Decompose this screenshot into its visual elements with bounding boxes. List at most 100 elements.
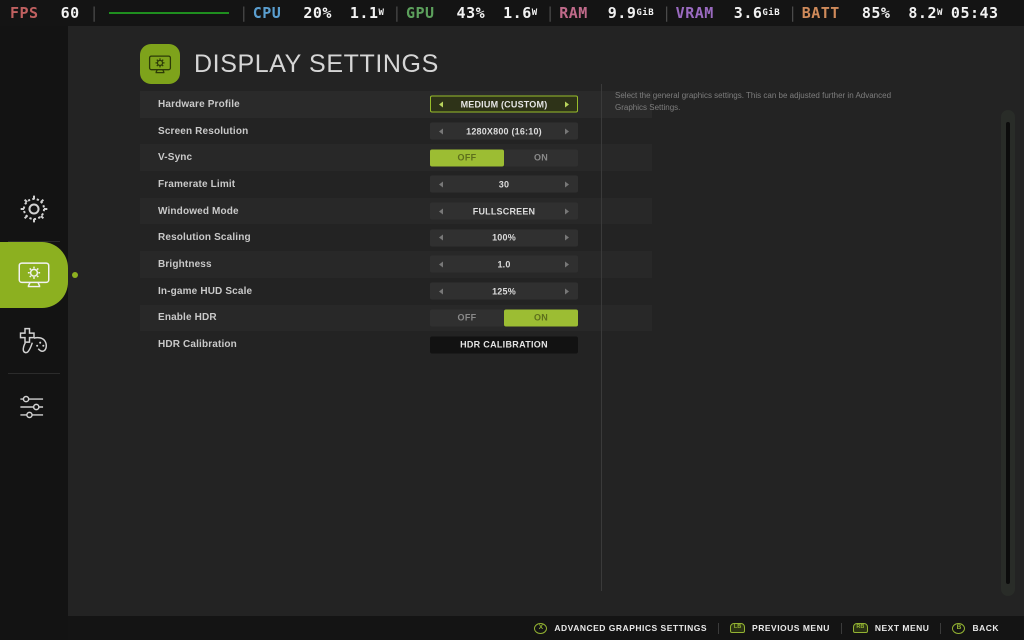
perf-ram-unit: GiB — [636, 8, 655, 18]
chevron-right-icon[interactable] — [565, 288, 569, 295]
chevron-right-icon[interactable] — [565, 101, 569, 108]
panel-divider — [601, 84, 602, 591]
settings-row-label: In-game HUD Scale — [158, 285, 253, 297]
settings-row-control[interactable]: 1280X800 (16:10) — [430, 122, 578, 140]
spinner-control[interactable]: 1.0 — [430, 255, 578, 273]
settings-row-control[interactable]: 1.0 — [430, 255, 578, 273]
chevron-left-icon[interactable] — [439, 208, 443, 215]
settings-row-control[interactable]: FULLSCREEN — [430, 202, 578, 220]
settings-row[interactable]: In-game HUD Scale 125% — [140, 277, 652, 305]
button-rb-icon: RB — [852, 623, 868, 633]
settings-row-label: Framerate Limit — [158, 178, 236, 190]
settings-row[interactable]: Hardware Profile MEDIUM (CUSTOM) — [140, 91, 652, 118]
spinner-control[interactable]: 125% — [430, 282, 578, 300]
settings-row[interactable]: V-Sync OFF ON — [140, 144, 652, 172]
perf-separator: | — [392, 4, 402, 22]
button-prompt[interactable]: RB NEXT MENU — [842, 623, 941, 633]
settings-row-control[interactable]: HDR CALIBRATION — [430, 336, 578, 354]
chevron-right-icon[interactable] — [565, 128, 569, 135]
spinner-control[interactable]: 30 — [430, 175, 578, 193]
settings-row[interactable]: Screen Resolution 1280X800 (16:10) — [140, 117, 652, 145]
toggle-option[interactable]: ON — [504, 149, 578, 167]
chevron-left-icon[interactable] — [439, 101, 443, 108]
settings-row-control[interactable]: MEDIUM (CUSTOM) — [430, 95, 578, 113]
settings-list: Hardware Profile MEDIUM (CUSTOM) Screen Re… — [140, 91, 652, 358]
display-settings-icon — [140, 44, 180, 84]
perf-ram-value: 9.9 — [607, 4, 637, 22]
sidebar-item-audio[interactable] — [0, 374, 68, 440]
perf-vram-label: VRAM — [675, 4, 714, 22]
perf-fps-group: FPS 60 — [0, 4, 80, 22]
button-prompt-bar: X ADVANCED GRAPHICS SETTINGS LB PREVIOUS ME… — [0, 616, 1024, 640]
chevron-left-icon[interactable] — [439, 261, 443, 268]
sidebar-item-general[interactable] — [0, 176, 68, 242]
page-header: DISPLAY SETTINGS — [140, 44, 439, 84]
perf-battery-label: BATT — [801, 4, 840, 22]
chevron-right-icon[interactable] — [565, 234, 569, 241]
perf-vram-group: VRAM 3.6 GiB — [676, 4, 780, 22]
settings-row-control[interactable]: OFF ON — [430, 309, 578, 327]
perf-fps-value: 60 — [60, 4, 80, 22]
button-prompt[interactable]: B BACK — [941, 622, 1010, 634]
perf-cpu-label: CPU — [252, 4, 282, 22]
toggle-control[interactable]: OFF ON — [430, 309, 578, 327]
chevron-left-icon[interactable] — [439, 234, 443, 241]
settings-row-label: Enable HDR — [158, 312, 217, 324]
sidebar-nav — [0, 26, 78, 640]
settings-row[interactable]: HDR Calibration HDR CALIBRATION — [140, 331, 652, 358]
perf-fps-label: FPS — [10, 4, 39, 22]
chevron-left-icon[interactable] — [439, 288, 443, 295]
chevron-left-icon[interactable] — [439, 128, 443, 135]
sidebar-item-display[interactable] — [0, 242, 78, 308]
active-tab-indicator — [72, 272, 78, 278]
spinner-control[interactable]: MEDIUM (CUSTOM) — [430, 95, 578, 113]
chevron-right-icon[interactable] — [565, 208, 569, 215]
chevron-left-icon[interactable] — [439, 181, 443, 188]
vertical-scrollbar[interactable] — [1001, 110, 1015, 596]
sliders-icon — [17, 392, 51, 422]
perf-ram-group: RAM 9.9 GiB — [559, 4, 654, 22]
toggle-option[interactable]: ON — [504, 309, 578, 327]
toggle-control[interactable]: OFF ON — [430, 149, 578, 167]
spinner-value: 100% — [492, 232, 516, 243]
spinner-value: MEDIUM (CUSTOM) — [460, 99, 548, 110]
spinner-value: 1.0 — [497, 259, 511, 270]
perf-vram-unit: GiB — [762, 8, 781, 18]
scrollbar-thumb[interactable] — [1006, 122, 1010, 584]
spinner-control[interactable]: 1280X800 (16:10) — [430, 122, 578, 140]
gear-icon — [17, 192, 51, 226]
button-prompt[interactable]: LB PREVIOUS MENU — [719, 623, 841, 633]
toggle-option[interactable]: OFF — [430, 309, 504, 327]
spinner-control[interactable]: FULLSCREEN — [430, 202, 578, 220]
settings-row[interactable]: Resolution Scaling 100% — [140, 224, 652, 252]
sidebar-item-controls[interactable] — [0, 308, 68, 374]
settings-row-label: Brightness — [158, 258, 212, 270]
settings-row-control[interactable]: 30 — [430, 175, 578, 193]
fps-sparkline-graph — [103, 6, 235, 20]
perf-battery-time: 05:43 — [950, 4, 999, 22]
chevron-right-icon[interactable] — [565, 181, 569, 188]
button-prompt-label: PREVIOUS MENU — [752, 623, 830, 633]
hdr-calibration-button[interactable]: HDR CALIBRATION — [430, 336, 578, 354]
settings-row-control[interactable]: OFF ON — [430, 149, 578, 167]
button-b-icon: B — [952, 622, 966, 634]
spinner-control[interactable]: 100% — [430, 229, 578, 247]
chevron-right-icon[interactable] — [565, 261, 569, 268]
settings-row[interactable]: Brightness 1.0 — [140, 251, 652, 278]
button-prompt[interactable]: X ADVANCED GRAPHICS SETTINGS — [523, 622, 718, 634]
perf-battery-percent: 85% — [861, 4, 891, 22]
settings-row[interactable]: Framerate Limit 30 — [140, 171, 652, 198]
spinner-value: 125% — [492, 286, 516, 297]
settings-row[interactable]: Windowed Mode FULLSCREEN — [140, 197, 652, 225]
main-content: DISPLAY SETTINGS Hardware Profile MEDIUM … — [68, 26, 1024, 640]
perf-separator: | — [545, 4, 556, 22]
monitor-gear-icon — [17, 260, 51, 290]
toggle-option[interactable]: OFF — [430, 149, 504, 167]
settings-row-control[interactable]: 125% — [430, 282, 578, 300]
performance-overlay-bar: FPS 60 | | CPU 20% 1.1 W | GPU 43% 1.6 W |… — [0, 0, 1024, 26]
settings-row-label: Screen Resolution — [158, 125, 249, 137]
settings-row-label: HDR Calibration — [158, 339, 237, 351]
settings-row-control[interactable]: 100% — [430, 229, 578, 247]
perf-battery-power: 8.2 — [908, 4, 937, 22]
settings-row[interactable]: Enable HDR OFF ON — [140, 304, 652, 332]
